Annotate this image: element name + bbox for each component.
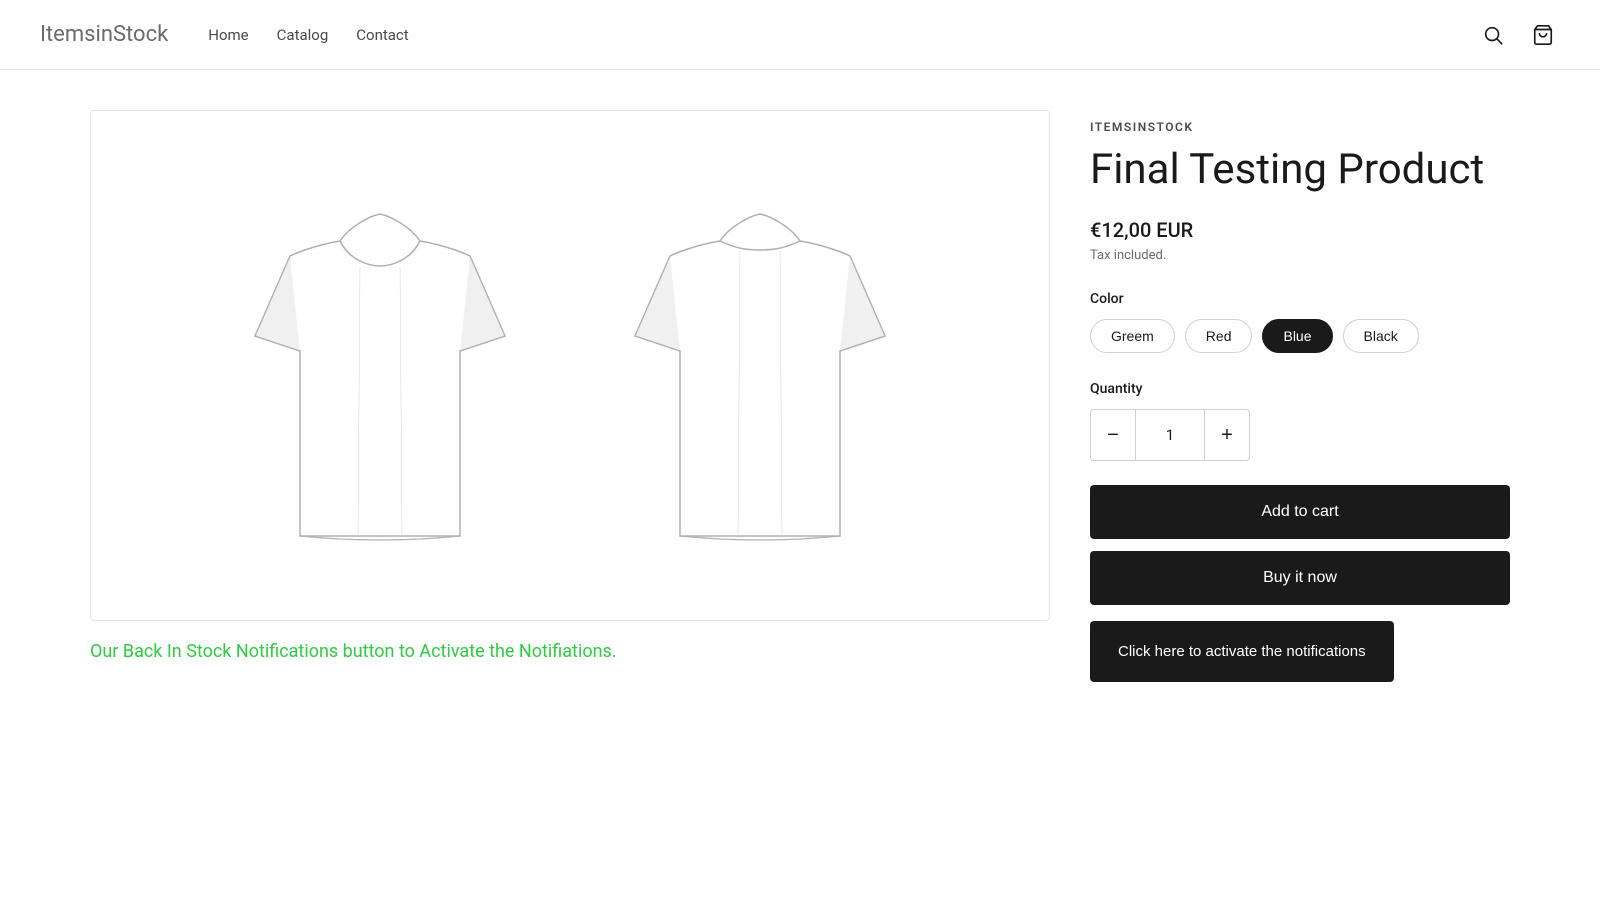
cart-button[interactable] [1526, 18, 1560, 52]
notification-message: Our Back In Stock Notifications button t… [90, 621, 1090, 682]
main-container: ITEMSINSTOCK Final Testing Product €12,0… [50, 70, 1550, 621]
quantity-control: − 1 + [1090, 409, 1250, 461]
tshirt-front [210, 166, 550, 566]
search-button[interactable] [1476, 18, 1510, 52]
color-btn-black[interactable]: Black [1343, 319, 1419, 353]
notification-text-area: Our Back In Stock Notifications button t… [90, 621, 1090, 682]
product-gallery [90, 110, 1050, 621]
nav-contact[interactable]: Contact [356, 26, 408, 44]
tshirt-images [111, 166, 1029, 566]
quantity-increase[interactable]: + [1205, 410, 1249, 460]
product-tax: Tax included. [1090, 248, 1510, 263]
logo-text: ItemsinStock [40, 22, 168, 47]
product-price: €12,00 EUR [1090, 218, 1510, 242]
tshirt-back-svg [590, 166, 930, 566]
add-to-cart-button[interactable]: Add to cart [1090, 485, 1510, 539]
quantity-label: Quantity [1090, 381, 1510, 397]
product-details: ITEMSINSTOCK Final Testing Product €12,0… [1090, 110, 1510, 621]
buy-now-button[interactable]: Buy it now [1090, 551, 1510, 605]
color-btn-blue[interactable]: Blue [1262, 319, 1332, 353]
color-btn-red[interactable]: Red [1185, 319, 1253, 353]
product-title: Final Testing Product [1090, 146, 1510, 194]
bottom-section: Our Back In Stock Notifications button t… [50, 621, 1550, 682]
tshirt-front-svg [210, 166, 550, 566]
main-nav: Home Catalog Contact [208, 26, 1476, 44]
site-logo[interactable]: ItemsinStock [40, 22, 168, 47]
product-brand: ITEMSINSTOCK [1090, 120, 1510, 134]
quantity-decrease[interactable]: − [1091, 410, 1135, 460]
nav-catalog[interactable]: Catalog [277, 26, 329, 44]
site-header: ItemsinStock Home Catalog Contact [0, 0, 1600, 70]
activate-notifications-button[interactable]: Click here to activate the notifications [1090, 621, 1394, 682]
nav-home[interactable]: Home [208, 26, 248, 44]
cart-icon [1532, 24, 1554, 46]
search-icon [1482, 24, 1504, 46]
color-btn-greem[interactable]: Greem [1090, 319, 1175, 353]
color-label: Color [1090, 291, 1510, 307]
tshirt-back [590, 166, 930, 566]
color-options: Greem Red Blue Black [1090, 319, 1510, 353]
header-icons [1476, 18, 1560, 52]
notification-cta-area: Click here to activate the notifications [1090, 621, 1510, 682]
quantity-value: 1 [1135, 410, 1205, 460]
